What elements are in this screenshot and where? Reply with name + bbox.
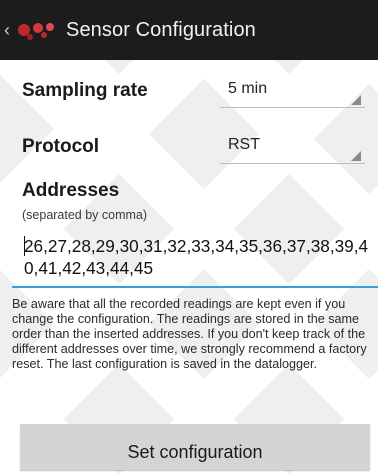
spinner-underline — [220, 163, 365, 164]
info-text: Be aware that all the recorded readings … — [12, 297, 367, 371]
app-title: Sensor Configuration — [66, 18, 256, 41]
text-cursor — [24, 236, 25, 256]
libelium-logo-icon[interactable] — [16, 15, 58, 45]
chevron-left-icon[interactable]: ‹ — [4, 0, 14, 60]
protocol-spinner[interactable]: RST — [220, 130, 365, 164]
addresses-label: Addresses — [22, 180, 120, 201]
protocol-row: Protocol RST — [0, 117, 378, 177]
sampling-rate-row: Sampling rate 5 min — [0, 60, 378, 122]
action-bar: ‹ Sensor Configuration — [0, 0, 378, 60]
addresses-input-text: 26,27,28,29,30,31,32,33,34,35,36,37,38,3… — [24, 236, 369, 278]
sampling-rate-value: 5 min — [228, 80, 268, 97]
set-configuration-button[interactable]: Set configuration — [20, 424, 370, 470]
addresses-hint: (separated by comma) — [22, 208, 148, 222]
protocol-value: RST — [228, 136, 260, 153]
screen: ‹ Sensor Configuration Sampling rate 5 m… — [0, 0, 378, 470]
addresses-input-underline — [12, 286, 378, 288]
addresses-input[interactable]: 26,27,28,29,30,31,32,33,34,35,36,37,38,3… — [12, 235, 378, 288]
protocol-label: Protocol — [22, 136, 100, 157]
spinner-corner-icon — [351, 151, 361, 161]
spinner-corner-icon — [351, 95, 361, 105]
spinner-underline — [220, 107, 365, 108]
sampling-rate-label: Sampling rate — [22, 80, 148, 101]
sampling-rate-spinner[interactable]: 5 min — [220, 74, 365, 108]
